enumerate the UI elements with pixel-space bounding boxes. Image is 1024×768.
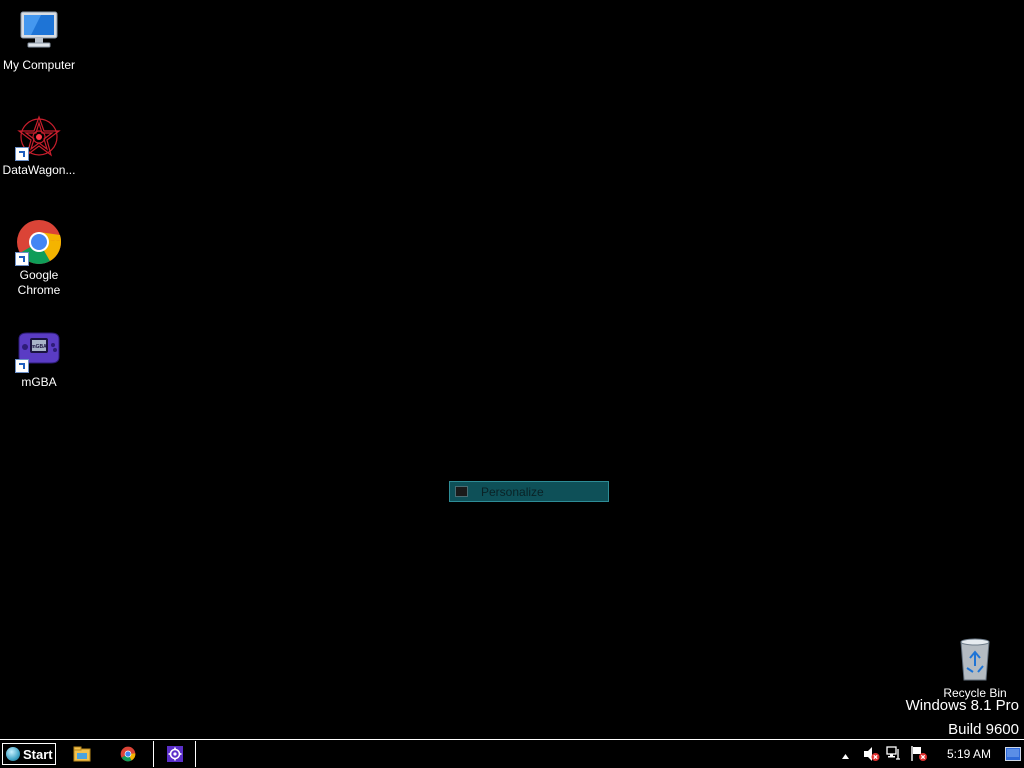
watermark-edition: Windows 8.1 Pro: [905, 697, 1019, 714]
windows-watermark: Windows 8.1 Pro Build 9600: [906, 694, 1019, 742]
recycle-bin-icon: [951, 636, 999, 684]
desktop-icon-label: DataWagon...: [2, 163, 76, 177]
show-desktop-icon[interactable]: [1005, 747, 1021, 766]
datawagon-icon: [15, 113, 63, 161]
shortcut-arrow-icon: [15, 252, 29, 266]
network-icon[interactable]: [886, 745, 902, 766]
taskbar: Start 5:19 AM: [0, 739, 1024, 768]
desktop-icon-label: My Computer: [2, 58, 76, 72]
context-menu-item-label: Personalize: [481, 485, 544, 499]
action-center-flag-icon[interactable]: [910, 745, 928, 767]
desktop-icon-google-chrome[interactable]: Google Chrome: [0, 218, 78, 298]
desktop-icon-my-computer[interactable]: My Computer: [0, 8, 78, 73]
start-orb-icon: [6, 747, 20, 761]
chrome-icon: [120, 746, 136, 762]
context-menu: Personalize: [449, 481, 609, 502]
settings-gear-icon: [166, 746, 183, 762]
shortcut-arrow-icon: [15, 359, 29, 373]
chevron-up-icon[interactable]: [841, 748, 850, 766]
desktop-icon-label: Google Chrome: [17, 268, 61, 297]
desktop[interactable]: My Computer DataWagon... Google Chrome m…: [0, 0, 1024, 739]
desktop-icon-mgba[interactable]: mGBA mGBA: [0, 325, 78, 390]
start-button[interactable]: Start: [2, 743, 56, 765]
shortcut-arrow-icon: [15, 147, 29, 161]
taskbar-file-explorer-button[interactable]: [68, 741, 96, 767]
desktop-icon-datawagon[interactable]: DataWagon...: [0, 113, 78, 178]
start-label: Start: [23, 746, 53, 762]
computer-icon: [15, 8, 63, 56]
desktop-icon-label: mGBA: [21, 375, 57, 389]
desktop-icon-recycle-bin[interactable]: Recycle Bin: [936, 636, 1014, 701]
chrome-icon: [15, 218, 63, 266]
speaker-muted-icon[interactable]: [862, 746, 880, 767]
gba-icon: mGBA: [15, 325, 63, 373]
display-icon: [455, 486, 468, 497]
taskbar-clock[interactable]: 5:19 AM: [947, 747, 991, 761]
context-menu-item-personalize[interactable]: Personalize: [450, 482, 608, 501]
svg-text:mGBA: mGBA: [31, 344, 47, 350]
file-explorer-icon: [73, 746, 91, 762]
taskbar-chrome-button[interactable]: [112, 741, 144, 767]
taskbar-settings-button[interactable]: [153, 741, 196, 767]
